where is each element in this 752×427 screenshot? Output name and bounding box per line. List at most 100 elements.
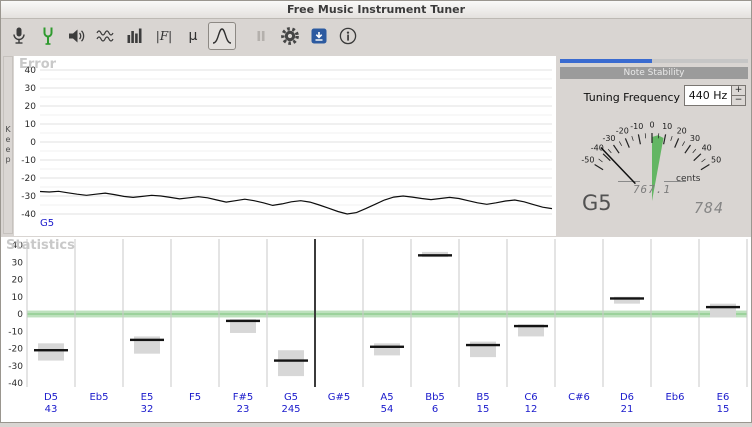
note-count-label: 23 — [237, 404, 250, 415]
error-ytick: 10 — [25, 120, 37, 130]
meter-tick — [702, 159, 706, 162]
stats-ytick: 10 — [12, 293, 24, 303]
capture-icon — [307, 24, 331, 48]
spin-down-button[interactable]: − — [732, 95, 745, 105]
note-count-label: 15 — [477, 404, 490, 415]
meter-tick — [625, 138, 629, 147]
tuning-fork-button[interactable] — [34, 22, 62, 50]
note-name-label: E5 — [141, 392, 154, 403]
note-name-label: E6 — [717, 392, 730, 403]
error-ytick: 30 — [25, 84, 37, 94]
tuning-frequency-spinbox[interactable]: 440 Hz + − — [684, 85, 746, 106]
capture-button[interactable] — [305, 22, 333, 50]
meter-tick — [694, 154, 701, 161]
microtonal-view-button[interactable]: μ — [179, 22, 207, 50]
note-name-label: Eb5 — [89, 392, 108, 403]
pause-icon — [249, 24, 273, 48]
meter-tick-label: 40 — [702, 144, 712, 153]
note-name-label: A5 — [380, 392, 393, 403]
note-range-box — [374, 343, 400, 355]
current-note-name: G5 — [582, 191, 612, 215]
note-median-line — [418, 254, 452, 256]
note-count-label: 6 — [432, 404, 438, 415]
speaker-button[interactable] — [63, 22, 91, 50]
note-range-box — [710, 304, 736, 318]
error-plot: 403020100-10-20-30-40 — [14, 56, 556, 236]
waveform-view-button[interactable] — [92, 22, 120, 50]
meter-tick-label: -50 — [581, 156, 594, 165]
meter-tick — [664, 134, 666, 144]
error-plot-panel: 403020100-10-20-30-40 Error G5 — [14, 56, 556, 236]
error-ytick: -20 — [21, 174, 36, 184]
statistics-view-button[interactable] — [208, 22, 236, 50]
fourier-icon: |F| — [156, 29, 172, 43]
keep-handle[interactable]: Keep — [3, 56, 13, 234]
meter-tick — [632, 136, 634, 141]
meter-tick — [658, 133, 659, 138]
note-name-label: D5 — [44, 392, 58, 403]
note-name-label: F5 — [189, 392, 201, 403]
note-name-label: Bb5 — [425, 392, 445, 403]
tuning-frequency-value[interactable]: 440 Hz — [685, 86, 731, 105]
stats-ytick: -10 — [8, 327, 23, 337]
meter-tick — [693, 149, 696, 153]
error-curve — [40, 191, 552, 214]
pause-button[interactable] — [247, 22, 275, 50]
meter-tick — [614, 145, 620, 153]
stats-ytick: -20 — [8, 345, 23, 355]
note-count-label: 245 — [281, 404, 300, 415]
note-count-label: 43 — [45, 404, 58, 415]
statistics-panel: 403020100-10-20-30-40D543Eb5E532F5F#523G… — [1, 237, 751, 423]
meter-tick — [671, 136, 673, 141]
error-current-note: G5 — [40, 218, 54, 229]
window-titlebar[interactable]: Free Music Instrument Tuner — [0, 0, 752, 19]
note-median-line — [34, 349, 68, 351]
histogram-icon — [123, 24, 147, 48]
note-name-label: C6 — [524, 392, 537, 403]
fourier-view-button[interactable]: |F| — [150, 22, 178, 50]
error-ytick: -40 — [21, 210, 36, 220]
note-name-label: C#6 — [568, 392, 590, 403]
note-range-box — [278, 350, 304, 376]
info-icon — [336, 24, 360, 48]
settings-button[interactable] — [276, 22, 304, 50]
waveform-icon — [94, 24, 118, 48]
note-median-line — [370, 346, 404, 348]
meter-tick — [701, 165, 710, 170]
error-plot-title: Error — [19, 57, 56, 72]
note-count-label: 12 — [525, 404, 538, 415]
spin-up-button[interactable]: + — [732, 86, 745, 95]
note-name-label: G5 — [284, 392, 298, 403]
stats-ytick: -30 — [8, 362, 23, 372]
histogram-view-button[interactable] — [121, 22, 149, 50]
note-stability-progress — [560, 59, 748, 63]
error-ytick: -10 — [21, 156, 36, 166]
statistics-title: Statistics — [6, 238, 75, 253]
microphone-icon — [7, 24, 31, 48]
note-count-label: 15 — [717, 404, 730, 415]
meter-tick-label: 0 — [649, 121, 654, 130]
speaker-icon — [65, 24, 89, 48]
window-title: Free Music Instrument Tuner — [287, 3, 465, 16]
note-count-label: 54 — [381, 404, 394, 415]
meter-tick — [619, 141, 621, 145]
error-ytick: -30 — [21, 192, 36, 202]
gauss-icon — [210, 24, 234, 48]
note-name-label: F#5 — [233, 392, 254, 403]
stats-ytick: -40 — [8, 379, 23, 389]
note-count-label: 21 — [621, 404, 634, 415]
error-ytick: 20 — [25, 102, 37, 112]
statistics-plot: 403020100-10-20-30-40D543Eb5E532F5F#523G… — [1, 237, 751, 423]
about-button[interactable] — [334, 22, 362, 50]
meter-tick-label: -10 — [630, 122, 643, 131]
meter-tick — [638, 134, 640, 144]
cents-meter: -50-40-30-20-1001020304050cents767.1 — [560, 111, 748, 201]
note-median-line — [610, 297, 644, 299]
meter-tick-label: 30 — [690, 134, 700, 143]
stats-ytick: 30 — [12, 258, 24, 268]
gear-icon — [278, 24, 302, 48]
mic-button[interactable] — [5, 22, 33, 50]
meter-tick — [685, 145, 691, 153]
target-frequency: 784 — [694, 199, 724, 217]
stats-ytick: 20 — [12, 276, 24, 286]
